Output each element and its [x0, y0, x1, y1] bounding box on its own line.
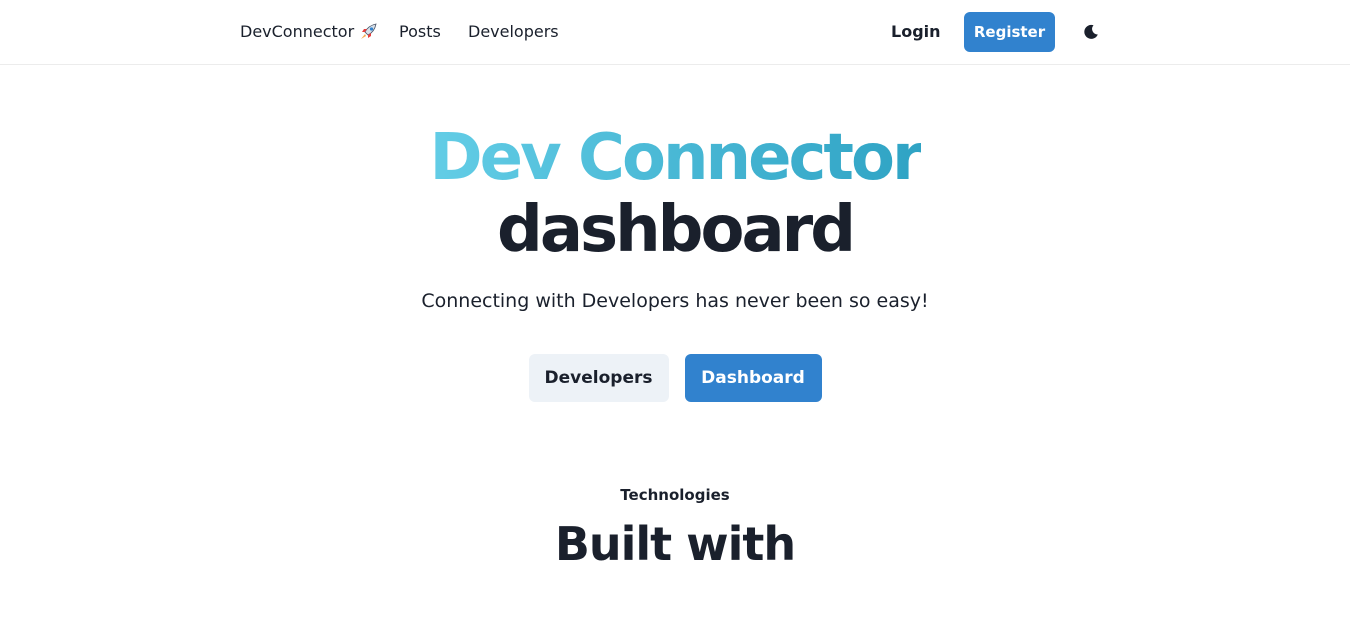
dashboard-button[interactable]: Dashboard [684, 354, 822, 402]
hero-title-main: dashboard [497, 193, 856, 267]
rocket-icon [358, 22, 380, 42]
login-link[interactable]: Login [891, 22, 941, 42]
hero-button-row: Developers Dashboard [0, 354, 1350, 402]
nav-developers-link[interactable]: Developers [468, 22, 559, 42]
developers-button[interactable]: Developers [528, 354, 669, 402]
hero-title-accent: Dev Connector [429, 121, 923, 195]
moon-icon [1084, 24, 1098, 39]
register-button[interactable]: Register [964, 12, 1055, 52]
brand-link[interactable]: DevConnector [240, 22, 380, 42]
built-with-heading: Built with [554, 517, 796, 571]
hero-subtitle: Connecting with Developers has never bee… [421, 290, 929, 312]
top-navbar: DevConnector Posts Developers Login Regi… [0, 0, 1350, 65]
brand-label: DevConnector [240, 22, 355, 41]
technologies-label: Technologies [620, 486, 730, 504]
hero-title: Dev Connector dashboard [0, 122, 1350, 266]
theme-toggle-button[interactable] [1080, 21, 1102, 43]
nav-posts-link[interactable]: Posts [399, 22, 441, 42]
